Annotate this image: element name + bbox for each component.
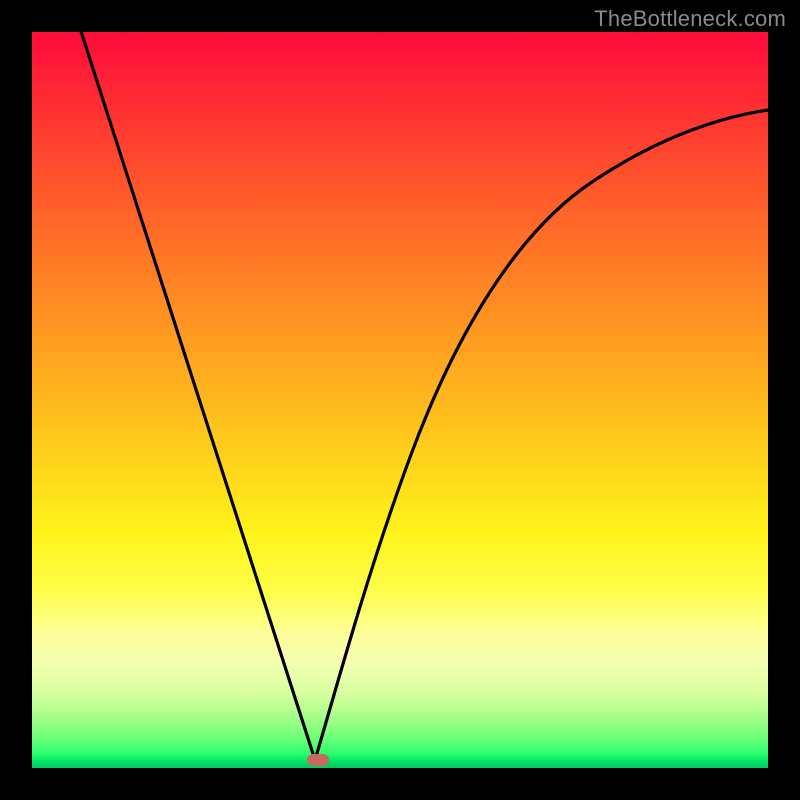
plot-area: [32, 32, 768, 768]
bottleneck-curve: [32, 32, 768, 768]
optimum-marker: [307, 754, 329, 766]
chart-stage: TheBottleneck.com: [0, 0, 800, 800]
watermark-text: TheBottleneck.com: [594, 6, 786, 32]
curve-path: [78, 32, 768, 760]
